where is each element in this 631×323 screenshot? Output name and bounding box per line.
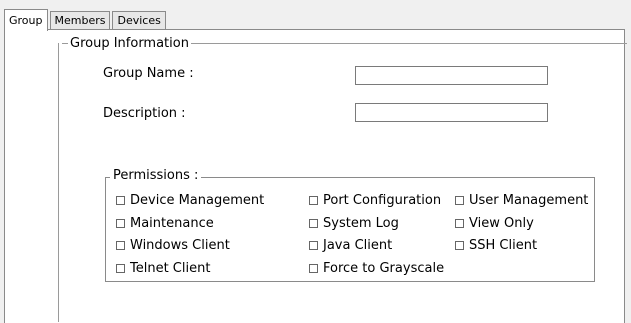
- permission-view-only[interactable]: View Only: [455, 216, 534, 231]
- permission-user-management[interactable]: User Management: [455, 193, 588, 208]
- permission-java-client[interactable]: Java Client: [309, 238, 392, 253]
- permission-telnet-client[interactable]: Telnet Client: [116, 261, 210, 276]
- group-information-legend: Group Information: [68, 36, 191, 51]
- checkbox[interactable]: [116, 241, 125, 250]
- permission-port-configuration[interactable]: Port Configuration: [309, 193, 441, 208]
- checkbox-label: Java Client: [323, 238, 393, 253]
- checkbox-label: User Management: [469, 193, 589, 208]
- checkbox-label: System Log: [323, 216, 399, 231]
- permission-force-to-grayscale[interactable]: Force to Grayscale: [309, 261, 444, 276]
- checkbox-label: Windows Client: [130, 238, 230, 253]
- checkbox[interactable]: [309, 196, 318, 205]
- checkbox-label: Force to Grayscale: [323, 261, 445, 276]
- permission-device-management[interactable]: Device Management: [116, 193, 264, 208]
- tab-group[interactable]: Group: [4, 9, 48, 31]
- permission-system-log[interactable]: System Log: [309, 216, 399, 231]
- checkbox-label: View Only: [469, 216, 534, 231]
- checkbox[interactable]: [309, 241, 318, 250]
- permission-ssh-client[interactable]: SSH Client: [455, 238, 537, 253]
- permissions-legend: Permissions :: [110, 168, 202, 183]
- checkbox[interactable]: [455, 241, 464, 250]
- checkbox[interactable]: [455, 196, 464, 205]
- checkbox[interactable]: [116, 219, 125, 228]
- checkbox[interactable]: [309, 219, 318, 228]
- permission-windows-client[interactable]: Windows Client: [116, 238, 230, 253]
- checkbox[interactable]: [309, 264, 318, 273]
- description-input[interactable]: [355, 103, 548, 122]
- checkbox-label: Device Management: [130, 193, 265, 208]
- tab-devices[interactable]: Devices: [112, 11, 166, 30]
- checkbox[interactable]: [455, 219, 464, 228]
- checkbox-label: Telnet Client: [130, 261, 211, 276]
- checkbox-label: SSH Client: [469, 238, 538, 253]
- tab-bar: Group Members Devices: [4, 8, 168, 31]
- checkbox[interactable]: [116, 196, 125, 205]
- permission-maintenance[interactable]: Maintenance: [116, 216, 214, 231]
- group-name-input[interactable]: [355, 66, 548, 85]
- checkbox-label: Port Configuration: [323, 193, 442, 208]
- tab-members[interactable]: Members: [49, 11, 111, 30]
- checkbox-label: Maintenance: [130, 216, 214, 231]
- checkbox[interactable]: [116, 264, 125, 273]
- divider: [58, 43, 59, 322]
- group-name-label: Group Name :: [103, 66, 194, 81]
- description-label: Description :: [103, 106, 186, 121]
